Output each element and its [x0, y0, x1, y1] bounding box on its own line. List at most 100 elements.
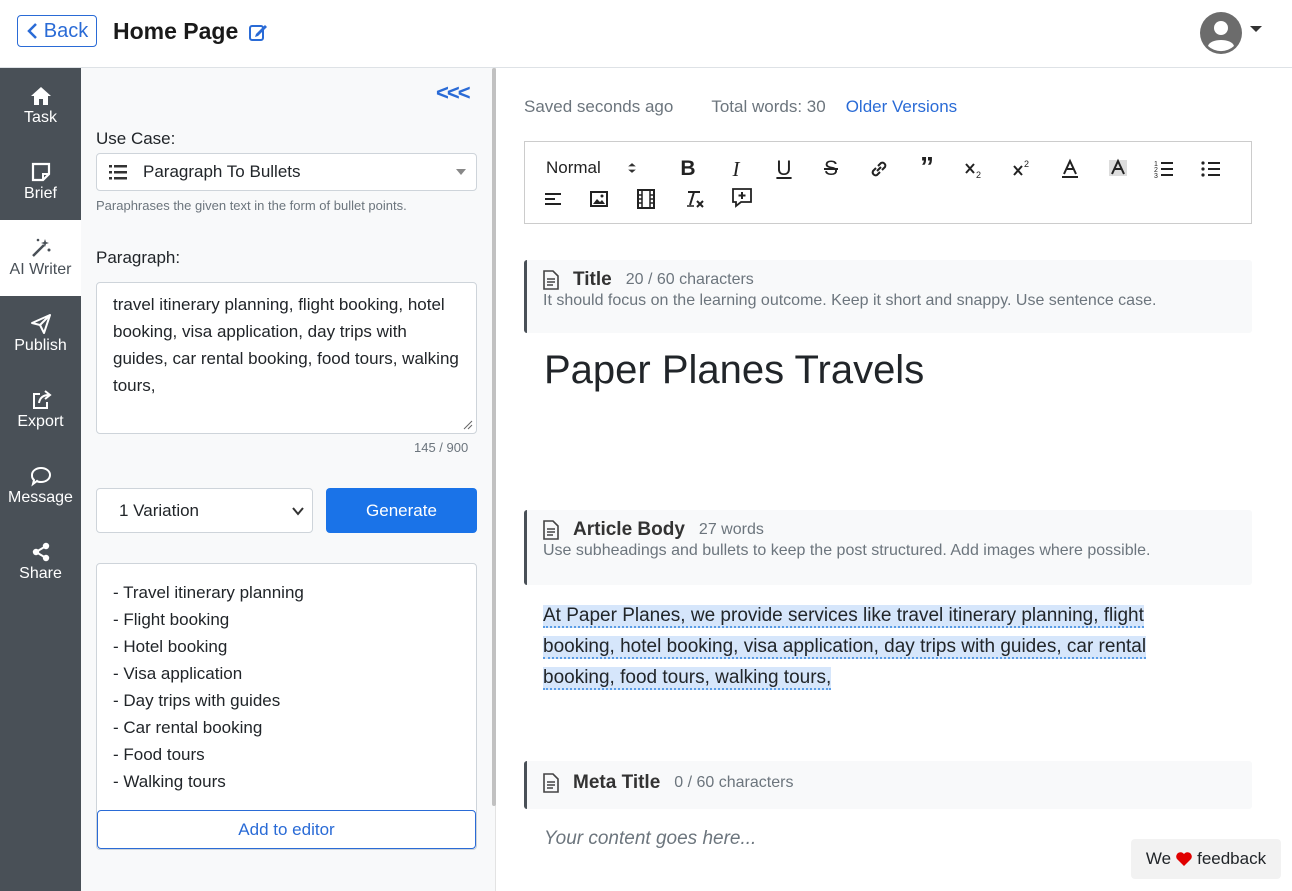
sidebar-item-label: Message	[8, 489, 73, 506]
sidebar-item-label: Task	[24, 109, 57, 126]
feedback-label-before: We	[1145, 849, 1172, 868]
list-item: - Car rental booking	[113, 718, 263, 737]
char-counter: 145 / 900	[414, 440, 469, 455]
add-to-editor-button[interactable]: Add to editor	[97, 810, 476, 849]
section-title: Title	[573, 269, 612, 290]
svg-text:3: 3	[1154, 173, 1158, 180]
list-item: - Food tours	[113, 745, 205, 764]
section-hint: It should focus on the learning outcome.…	[543, 292, 1157, 309]
editor-toolbar: Normal B I U S ” 2 2 123	[524, 141, 1252, 224]
section-title: Article Body	[573, 519, 685, 540]
list-item: - Visa application	[113, 664, 243, 683]
background-color-icon[interactable]	[1105, 156, 1131, 182]
panel-scrollbar[interactable]	[492, 68, 496, 806]
sidebar-item-label: AI Writer	[9, 261, 72, 278]
chevron-left-icon	[26, 23, 37, 39]
chevron-down-icon	[292, 507, 304, 516]
generate-button[interactable]: Generate	[326, 488, 477, 533]
bullet-list-icon[interactable]	[1198, 156, 1224, 182]
list-item: - Day trips with guides	[113, 691, 281, 710]
list-item: - Flight booking	[113, 610, 230, 629]
use-case-hint: Paraphrases the given text in the form o…	[96, 198, 407, 213]
paragraph-input[interactable]: travel itinerary planning, flight bookin…	[96, 282, 477, 434]
svg-text:2: 2	[976, 170, 981, 180]
magic-wand-icon	[31, 238, 50, 257]
older-versions-link[interactable]: Older Versions	[846, 97, 958, 117]
result-output[interactable]: - Travel itinerary planning - Flight boo…	[96, 563, 477, 850]
highlighted-text: At Paper Planes, we provide services lik…	[543, 605, 1147, 690]
meta-title-section-header: Meta Title 0 / 60 characters	[524, 761, 1252, 809]
link-icon[interactable]	[866, 156, 892, 182]
add-comment-icon[interactable]	[729, 184, 755, 210]
use-case-value: Paragraph To Bullets	[143, 162, 301, 181]
clear-format-icon[interactable]	[682, 186, 708, 212]
title-content[interactable]: Paper Planes Travels	[544, 348, 924, 393]
section-word-count: 27 words	[698, 521, 764, 538]
section-hint: Use subheadings and bullets to keep the …	[543, 542, 1151, 559]
variation-select[interactable]: 1 Variation	[96, 488, 313, 533]
underline-icon[interactable]: U	[771, 156, 797, 182]
sidebar-item-ai-writer[interactable]: AI Writer	[0, 220, 81, 296]
svg-text:2: 2	[1024, 159, 1029, 169]
italic-icon[interactable]: I	[723, 156, 749, 182]
export-icon	[32, 390, 52, 409]
feedback-label-after: feedback	[1197, 849, 1267, 868]
meta-title-placeholder[interactable]: Your content goes here...	[544, 828, 756, 850]
sidebar-item-label: Export	[17, 413, 64, 430]
section-char-count: 20 / 60 characters	[625, 271, 754, 288]
list-item: - Travel itinerary planning	[113, 583, 304, 602]
sidebar-item-label: Brief	[24, 185, 57, 202]
paragraph-text: travel itinerary planning, flight bookin…	[113, 295, 459, 395]
editor-status-bar: Saved seconds ago Total words: 30 Older …	[524, 97, 957, 117]
body-content[interactable]: At Paper Planes, we provide services lik…	[543, 600, 1203, 693]
text-color-icon[interactable]	[1057, 156, 1083, 182]
sidebar-item-task[interactable]: Task	[0, 68, 81, 144]
send-icon	[30, 314, 51, 334]
sidebar-item-share[interactable]: Share	[0, 524, 81, 600]
caret-down-icon	[456, 169, 466, 175]
sidebar-item-label: Publish	[14, 337, 67, 354]
resize-grip-icon[interactable]	[463, 420, 473, 430]
video-icon[interactable]	[633, 186, 659, 212]
edit-title-icon[interactable]	[248, 22, 268, 42]
format-select[interactable]: Normal	[546, 156, 638, 180]
list-item: - Walking tours	[113, 772, 226, 791]
back-label: Back	[43, 19, 89, 42]
collapse-panel-button[interactable]: <<<	[436, 80, 471, 106]
sidebar: Task Brief AI Writer Publish Export Mess…	[0, 68, 81, 891]
document-icon	[543, 773, 559, 793]
sidebar-item-message[interactable]: Message	[0, 448, 81, 524]
blockquote-icon[interactable]: ”	[914, 151, 940, 182]
heart-icon	[1176, 852, 1192, 866]
section-title: Meta Title	[573, 772, 661, 793]
ordered-list-icon[interactable]: 123	[1151, 156, 1177, 182]
user-avatar-icon[interactable]	[1200, 12, 1242, 54]
sidebar-item-brief[interactable]: Brief	[0, 144, 81, 220]
superscript-icon[interactable]: 2	[1009, 156, 1035, 182]
list-item: - Hotel booking	[113, 637, 228, 656]
align-left-icon[interactable]	[540, 186, 566, 212]
sidebar-item-publish[interactable]: Publish	[0, 296, 81, 372]
saved-status: Saved seconds ago	[524, 97, 674, 116]
body-section-header: Article Body 27 words Use subheadings an…	[524, 510, 1252, 585]
bold-icon[interactable]: B	[675, 156, 701, 182]
sidebar-item-export[interactable]: Export	[0, 372, 81, 448]
format-value: Normal	[546, 158, 601, 177]
page-title-wrap: Home Page	[113, 18, 268, 45]
use-case-select[interactable]: Paragraph To Bullets	[96, 153, 477, 191]
sidebar-item-label: Share	[19, 565, 62, 582]
feedback-button[interactable]: We feedback	[1131, 839, 1281, 879]
use-case-label: Use Case:	[96, 129, 176, 148]
title-section-header: Title 20 / 60 characters It should focus…	[524, 260, 1252, 333]
strikethrough-icon[interactable]: S	[818, 156, 844, 182]
section-char-count: 0 / 60 characters	[674, 774, 794, 791]
subscript-icon[interactable]: 2	[961, 156, 987, 182]
image-icon[interactable]	[586, 186, 612, 212]
note-icon	[31, 162, 50, 182]
updown-arrows-icon	[628, 163, 636, 173]
caret-down-icon[interactable]	[1250, 26, 1262, 32]
back-button[interactable]: Back	[17, 15, 97, 47]
document-icon	[543, 270, 559, 290]
share-icon	[32, 542, 49, 562]
top-bar: Back Home Page	[0, 0, 1292, 68]
